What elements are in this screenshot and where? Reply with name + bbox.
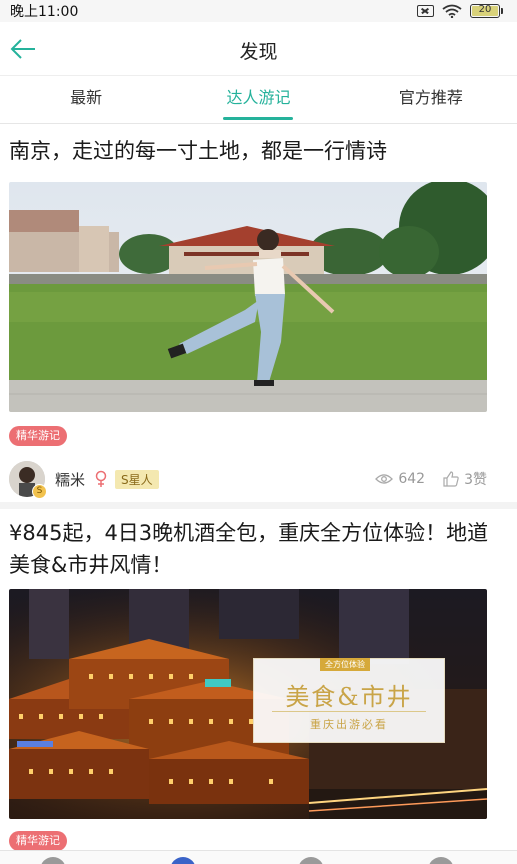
battery-icon: 20 <box>470 4 503 18</box>
no-sim-icon <box>417 5 434 17</box>
overlay-small-tag: 全方位体验 <box>320 658 370 671</box>
post-stats: 642 3赞 <box>357 469 487 489</box>
page-title: 发现 <box>239 41 278 63</box>
like-button[interactable]: 3赞 <box>443 469 487 489</box>
post-title: 南京，走过的每一寸土地，都是一行情诗 <box>9 139 387 163</box>
thumbs-up-icon <box>443 471 459 487</box>
status-bar: 晚上11:00 20 <box>0 0 517 22</box>
card-divider <box>0 502 517 509</box>
overlay-sub-text: 重庆出游必看 <box>310 718 388 731</box>
post-card-chongqing[interactable]: ¥845起，4日3晚机酒全包，重庆全方位体验！地道美食&市井风情！ 全方位体验 … <box>0 509 517 851</box>
avatar-level-badge: S <box>32 484 47 499</box>
eye-icon <box>375 474 394 484</box>
essence-badge: 精华游记 <box>9 831 67 851</box>
author-level-tag: S星人 <box>115 469 159 489</box>
essence-badge: 精华游记 <box>9 426 67 446</box>
nav-item-home[interactable] <box>40 857 66 864</box>
author-avatar[interactable]: S <box>9 461 47 499</box>
top-app-bar: 发现 <box>0 22 517 76</box>
tab-official-picks[interactable]: 官方推荐 <box>345 76 517 123</box>
post-card-nanjing[interactable]: 南京，走过的每一寸土地，都是一行情诗 精华游记 <box>0 124 517 509</box>
female-icon <box>95 470 107 487</box>
like-count: 3赞 <box>464 472 487 488</box>
bottom-nav-bar <box>0 850 517 864</box>
status-time: 晚上11:00 <box>10 4 79 20</box>
wifi-icon <box>442 4 462 18</box>
tab-latest[interactable]: 最新 <box>0 76 172 123</box>
author-row: S 糯米 S星人 642 3赞 <box>9 461 487 499</box>
status-icons: 20 <box>417 4 503 18</box>
view-count-value: 642 <box>398 471 426 487</box>
nav-item-messages[interactable] <box>298 857 324 864</box>
tab-bar: 最新 达人游记 官方推荐 <box>0 76 517 124</box>
cover-overlay-card: 全方位体验 美食&市井 重庆出游必看 <box>253 658 445 743</box>
author-name[interactable]: 糯米 <box>55 469 85 490</box>
post-cover-photo[interactable] <box>9 182 487 412</box>
nav-item-profile[interactable] <box>428 857 454 864</box>
view-count: 642 <box>375 471 425 487</box>
overlay-main-text: 美食&市井 <box>285 683 413 711</box>
nav-item-discover[interactable] <box>170 857 196 864</box>
battery-level: 20 <box>478 4 492 15</box>
overlay-rule <box>272 711 426 712</box>
tab-expert-travelogues[interactable]: 达人游记 <box>172 76 344 123</box>
post-title: ¥845起，4日3晚机酒全包，重庆全方位体验！地道美食&市井风情！ <box>9 521 489 577</box>
